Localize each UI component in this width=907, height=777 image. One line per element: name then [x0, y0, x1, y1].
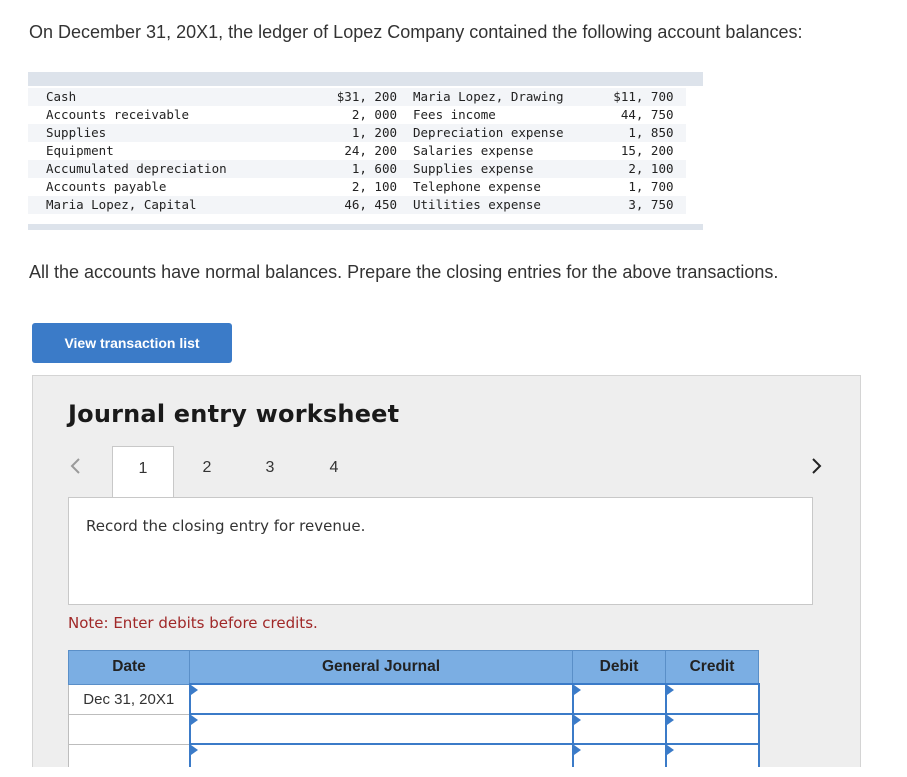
ledger-account: Depreciation expense [397, 124, 564, 142]
ledger-row: Equipment 24, 200 Salaries expense 15, 2… [28, 142, 686, 160]
ledger-account: Telephone expense [413, 179, 541, 194]
column-header-credit: Credit [665, 650, 759, 685]
ledger-amount: 2, 100 [563, 160, 686, 178]
ledger-amount: 2, 100 [351, 179, 397, 194]
date-cell: Dec 31, 20X1 [68, 683, 190, 715]
ledger-account: Accumulated depreciation [28, 160, 308, 178]
ledger-row: Maria Lopez, Capital 46, 450 Utilities e… [28, 196, 686, 214]
credit-input[interactable] [664, 683, 760, 715]
ledger-top-bar [28, 72, 703, 86]
ledger-amount: 2, 000 [351, 107, 397, 122]
entry-prompt: Record the closing entry for revenue. [86, 517, 366, 535]
general-journal-select[interactable] [188, 713, 574, 745]
column-header-date: Date [68, 650, 190, 685]
ledger-row: Accounts receivable 2, 000 Fees income 4… [28, 106, 686, 124]
chevron-right-icon[interactable] [807, 456, 825, 476]
tab-1[interactable]: 1 [112, 446, 174, 498]
ledger-table: Cash $31, 200 Maria Lopez, Drawing $11, … [28, 72, 703, 230]
ledger-account: Supplies expense [397, 160, 564, 178]
table-row [68, 713, 760, 745]
ledger-amount: 3, 750 [563, 196, 686, 214]
debit-input[interactable] [571, 683, 667, 715]
page-cutoff [0, 767, 907, 777]
view-transaction-list-button[interactable]: View transaction list [32, 323, 232, 363]
ledger-amount: 1, 700 [628, 179, 674, 194]
ledger-account: Fees income [413, 107, 496, 122]
ledger-account: Maria Lopez, Capital [28, 196, 308, 214]
ledger-account: Equipment [46, 143, 114, 158]
ledger-account: Accounts payable [46, 179, 167, 194]
column-header-debit: Debit [572, 650, 666, 685]
journal-worksheet-panel: Journal entry worksheet 1 2 3 4 Record t… [32, 375, 861, 777]
ledger-account: Salaries expense [413, 143, 534, 158]
column-header-general-journal: General Journal [189, 650, 573, 685]
ledger-row: Supplies 1, 200 Depreciation expense 1, … [28, 124, 686, 142]
chevron-left-icon[interactable] [67, 456, 85, 476]
ledger-amount: 1, 200 [308, 124, 397, 142]
intro-text: On December 31, 20X1, the ledger of Lope… [29, 22, 803, 42]
date-cell [68, 713, 190, 745]
credit-input[interactable] [664, 713, 760, 745]
note-text: Note: Enter debits before credits. [68, 614, 318, 632]
ledger-account: Utilities expense [397, 196, 564, 214]
entry-prompt-box: Record the closing entry for revenue. [68, 497, 813, 605]
ledger-account: Maria Lopez, Drawing [397, 88, 564, 106]
ledger-amount: 1, 600 [308, 160, 397, 178]
debit-input[interactable] [571, 713, 667, 745]
ledger-amount: 1, 850 [563, 124, 686, 142]
ledger-row: Accumulated depreciation 1, 600 Supplies… [28, 160, 686, 178]
worksheet-title: Journal entry worksheet [68, 400, 400, 428]
ledger-amount: 44, 750 [620, 107, 674, 122]
ledger-amount: 15, 200 [620, 143, 674, 158]
ledger-bottom-bar [28, 224, 703, 230]
general-journal-select[interactable] [188, 683, 574, 715]
ledger-account: Supplies [28, 124, 308, 142]
tab-4[interactable]: 4 [319, 446, 349, 498]
ledger-account: Cash [28, 88, 308, 106]
ledger-amount: $31, 200 [308, 88, 397, 106]
ledger-account: Accounts receivable [46, 107, 189, 122]
ledger-row: Cash $31, 200 Maria Lopez, Drawing $11, … [28, 88, 686, 106]
table-row: Dec 31, 20X1 [68, 683, 760, 715]
ledger-amount: 46, 450 [308, 196, 397, 214]
ledger-amount: $11, 700 [563, 88, 686, 106]
ledger-row: Accounts payable 2, 100 Telephone expens… [28, 178, 686, 196]
tab-3[interactable]: 3 [255, 446, 285, 498]
tab-2[interactable]: 2 [192, 446, 222, 498]
ledger-amount: 24, 200 [344, 143, 397, 158]
instruction-text: All the accounts have normal balances. P… [29, 262, 779, 282]
journal-table: Date General Journal Debit Credit Dec 31… [68, 650, 760, 775]
